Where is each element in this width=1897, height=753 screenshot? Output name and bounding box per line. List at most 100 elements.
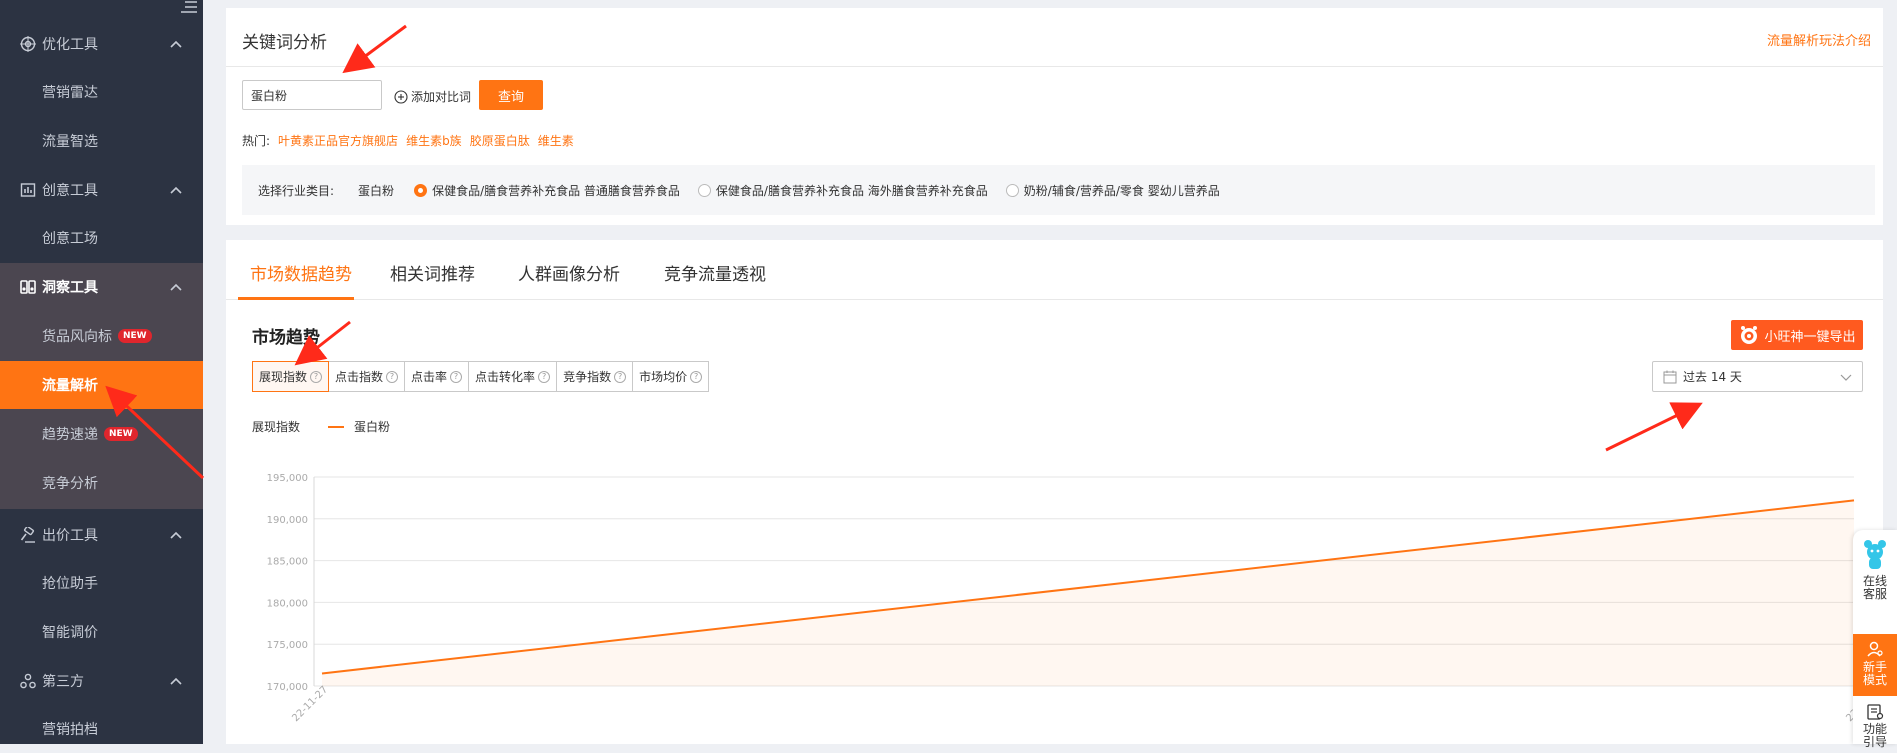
category-radio[interactable]: 保健食品/膳食营养补充食品 普通膳食营养食品 [414, 182, 680, 199]
market-data-card: 市场数据趋势 相关词推荐 人群画像分析 竞争流量透视 市场趋势 小旺神一键导出 … [226, 240, 1883, 744]
export-label: 小旺神一键导出 [1764, 329, 1856, 345]
sidebar-group-bidding[interactable]: 出价工具 [0, 511, 203, 559]
sidebar-group-optimize[interactable]: 优化工具 [0, 20, 203, 68]
metric-impression[interactable]: 展现指数? [252, 361, 330, 392]
metric-label: 市场均价 [639, 370, 688, 384]
feature-guide-button[interactable]: 功能引导 [1853, 704, 1897, 749]
calendar-icon [1663, 370, 1677, 383]
chevron-down-icon [1840, 374, 1852, 381]
legend-series-label: 蛋白粉 [354, 420, 391, 434]
keyword-input[interactable]: 蛋白粉 [242, 80, 382, 110]
sidebar-item-creative-workshop[interactable]: 创意工场 [0, 214, 203, 262]
category-radio[interactable]: 保健食品/膳食营养补充食品 海外膳食营养补充食品 [697, 182, 988, 199]
sidebar-item-traffic-analysis[interactable]: 流量解析 [0, 361, 203, 409]
export-button[interactable]: 小旺神一键导出 [1731, 320, 1863, 350]
hot-word[interactable]: 维生素b族 [406, 132, 462, 149]
sidebar-item-label: 营销雷达 [42, 85, 98, 101]
intro-link[interactable]: 流量解析玩法介绍 [1767, 30, 1871, 49]
y-tick-label: 170,000 [267, 682, 308, 693]
category-option-label: 保健食品/膳食营养补充食品 普通膳食营养食品 [432, 183, 680, 198]
date-range-select[interactable]: 过去 14 天 [1652, 361, 1863, 392]
help-icon[interactable]: ? [450, 370, 463, 383]
help-icon[interactable]: ? [538, 370, 551, 383]
query-button[interactable]: 查询 [479, 80, 543, 110]
sidebar: 优化工具 营销雷达 流量智选 创意工具 创意工场 洞察工具 货品风向标 NEW 流… [0, 0, 203, 744]
sidebar-item-competition[interactable]: 竞争分析 [0, 459, 203, 507]
radio-dot [414, 183, 428, 197]
robot-icon [1741, 326, 1758, 344]
insight-binoculars-icon [20, 280, 36, 294]
divider [226, 66, 1883, 67]
category-keyword: 蛋白粉 [358, 183, 395, 198]
sidebar-item-label: 创意工场 [42, 231, 98, 247]
category-selector: 选择行业类目: 蛋白粉 保健食品/膳食营养补充食品 普通膳食营养食品 保健食品/… [242, 165, 1875, 215]
hot-label: 热门: [242, 134, 271, 148]
radio-dot [1005, 183, 1019, 197]
tab-audience-profile[interactable]: 人群画像分析 [518, 260, 620, 285]
tab-competition-traffic[interactable]: 竞争流量透视 [664, 260, 766, 285]
sidebar-item-smart-bid[interactable]: 智能调价 [0, 608, 203, 656]
metric-avg-price[interactable]: 市场均价? [633, 361, 710, 392]
collapse-menu-icon[interactable] [180, 0, 198, 14]
target-icon [20, 36, 36, 52]
add-compare-label: 添加对比词 [411, 90, 472, 104]
sidebar-item-marketing-partner[interactable]: 营销拍档 [0, 705, 203, 753]
metric-cvr[interactable]: 点击转化率? [469, 361, 558, 392]
sidebar-group-third-party[interactable]: 第三方 [0, 657, 203, 705]
metric-label: 点击率 [411, 370, 448, 384]
sidebar-group-creative[interactable]: 创意工具 [0, 166, 203, 214]
hot-word[interactable]: 胶原蛋白肽 [470, 132, 530, 149]
sidebar-item-rank-helper[interactable]: 抢位助手 [0, 559, 203, 607]
tab-related-words[interactable]: 相关词推荐 [390, 260, 475, 285]
sidebar-item-label: 营销拍档 [42, 722, 98, 738]
sidebar-item-label: 流量智选 [42, 134, 98, 150]
metric-label: 竞争指数 [563, 370, 612, 384]
active-tab-indicator [238, 297, 354, 300]
category-radio[interactable]: 奶粉/辅食/营养品/零食 婴幼儿营养品 [1005, 182, 1220, 199]
hot-words-row: 热门: 叶黄素正品官方旗舰店 维生素b族 胶原蛋白肽 维生素 [242, 132, 574, 149]
sidebar-item-label: 抢位助手 [42, 576, 98, 592]
sidebar-item-marketing-radar[interactable]: 营销雷达 [0, 68, 203, 116]
series-area [322, 500, 1854, 686]
user-gear-icon [1867, 641, 1883, 657]
help-icon[interactable]: ? [690, 370, 703, 383]
sidebar-group-label: 出价工具 [42, 528, 98, 544]
online-service-button[interactable]: 在线客服 [1853, 538, 1897, 601]
y-tick-label: 195,000 [267, 473, 308, 484]
online-service-label: 在线客服 [1862, 574, 1887, 601]
metric-label: 点击指数 [335, 370, 384, 384]
y-tick-label: 175,000 [267, 640, 308, 651]
sidebar-item-label: 货品风向标 [42, 329, 112, 345]
legend-swatch [328, 425, 345, 428]
metric-label: 展现指数 [259, 370, 308, 384]
date-range-value: 过去 14 天 [1683, 370, 1742, 384]
section-title: 市场趋势 [252, 328, 320, 348]
metric-ctr[interactable]: 点击率? [405, 361, 470, 392]
hot-word[interactable]: 叶黄素正品官方旗舰店 [278, 132, 398, 149]
help-icon[interactable]: ? [310, 370, 323, 383]
chevron-up-icon [170, 531, 182, 539]
sidebar-item-traffic-select[interactable]: 流量智选 [0, 117, 203, 165]
sidebar-item-goods-trend[interactable]: 货品风向标 NEW [0, 312, 203, 360]
sidebar-group-insight[interactable]: 洞察工具 [0, 263, 203, 311]
help-icon[interactable]: ? [386, 370, 399, 383]
hot-word[interactable]: 维生素 [538, 132, 574, 149]
category-label: 选择行业类目: [258, 183, 335, 198]
plus-circle-icon [394, 89, 408, 104]
help-icon[interactable]: ? [614, 370, 627, 383]
floating-helper-bar: 在线客服 新手模式 功能引导 [1853, 530, 1897, 749]
metric-click[interactable]: 点击指数? [329, 361, 406, 392]
card-title: 关键词分析 [242, 33, 327, 53]
sidebar-group-label: 优化工具 [42, 37, 98, 53]
metric-competition[interactable]: 竞争指数? [557, 361, 634, 392]
add-compare-button[interactable]: 添加对比词 [394, 88, 471, 105]
trend-chart: 195,000 190,000 185,000 180,000 175,000 170,0… [267, 473, 1883, 724]
tab-market-trend[interactable]: 市场数据趋势 [250, 260, 352, 285]
y-tick-label: 190,000 [267, 515, 308, 526]
novice-mode-button[interactable]: 新手模式 [1853, 634, 1897, 696]
sidebar-item-label: 智能调价 [42, 625, 98, 641]
y-tick-label: 185,000 [267, 557, 308, 568]
mascot-icon [1864, 540, 1886, 569]
sidebar-item-trend-express[interactable]: 趋势速递 NEW [0, 410, 203, 458]
tab-bar: 市场数据趋势 相关词推荐 人群画像分析 竞争流量透视 [226, 240, 1883, 300]
